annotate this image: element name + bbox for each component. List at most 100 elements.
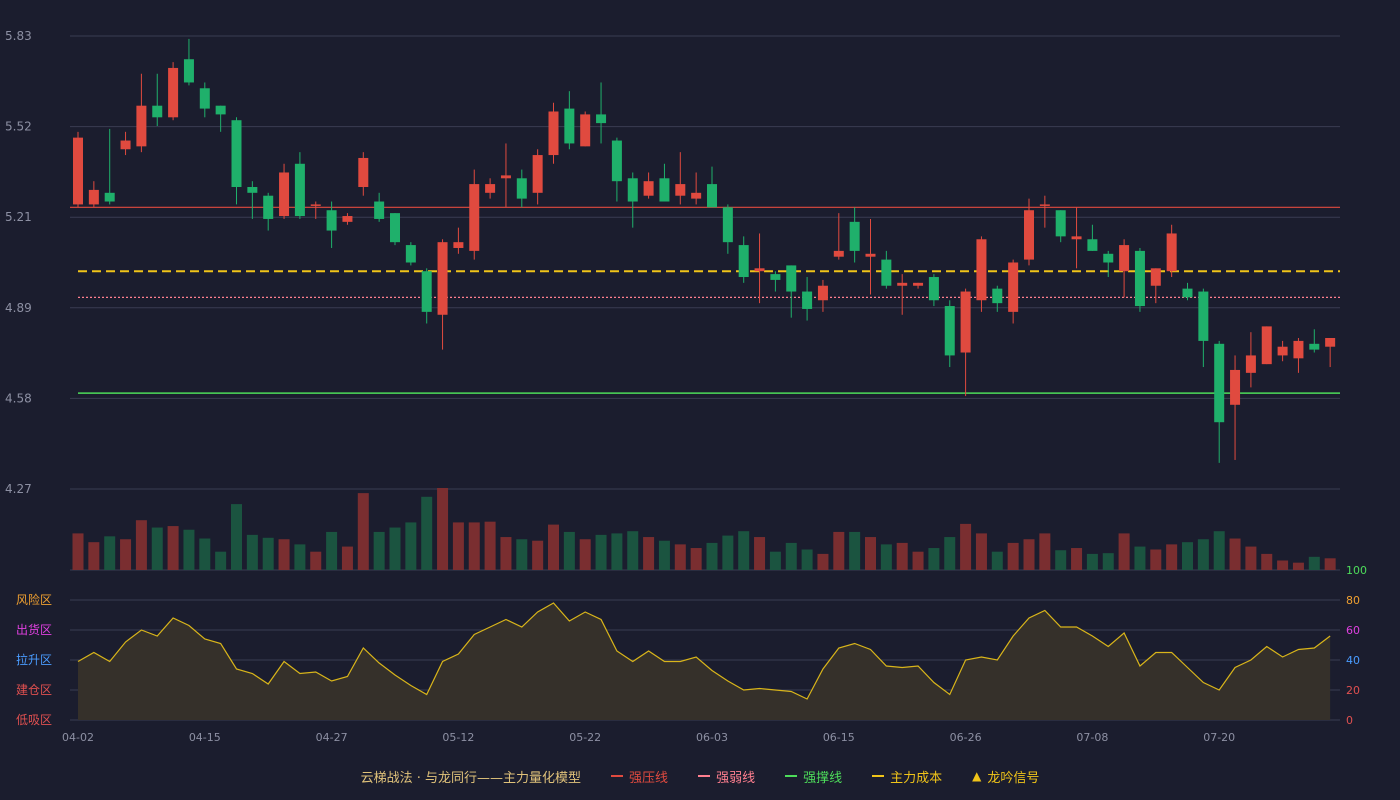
volume-bar — [1277, 560, 1289, 570]
volume-bar — [294, 544, 306, 570]
candle-body — [992, 288, 1003, 304]
osc-tick-label: 60 — [1346, 624, 1360, 637]
candle — [136, 73, 147, 153]
candle-body — [405, 245, 416, 263]
candlestick-chart: 5.83 5.52 5.21 4.89 4.58 4.27 100 80 60 40 20 0 风险区出… — [5, 29, 1367, 744]
volume-bar — [389, 527, 401, 570]
volume-bar — [785, 542, 797, 570]
candle — [500, 143, 511, 208]
volume-bar — [1150, 549, 1162, 570]
volume-bar — [1213, 531, 1225, 570]
candle — [390, 213, 400, 246]
volume-bar — [1324, 558, 1336, 570]
candle — [1119, 239, 1130, 298]
legend-signal[interactable]: ▲ 龙吟信号 — [972, 767, 1039, 786]
x-tick-label: 04-02 — [62, 731, 94, 744]
legend-title-text: 云梯战法 · 与龙同行——主力量化模型 — [360, 770, 582, 786]
volume-bar — [706, 542, 718, 570]
candle — [532, 149, 543, 205]
x-tick-label: 04-27 — [316, 731, 348, 744]
osc-tick-label: 80 — [1346, 594, 1360, 607]
volume-bar — [1086, 553, 1098, 570]
candle-body — [1230, 369, 1241, 405]
candle — [1039, 195, 1050, 228]
legend-resistance[interactable]: 强压线 — [611, 767, 668, 786]
osc-tick-label: 20 — [1346, 684, 1360, 697]
candle-body — [104, 192, 115, 202]
legend-weak[interactable]: 强弱线 — [698, 767, 755, 786]
legend-cost[interactable]: 主力成本 — [872, 767, 942, 786]
candle — [564, 91, 575, 150]
candle — [722, 204, 733, 254]
candle — [104, 128, 115, 205]
price-tick-label: 4.58 — [5, 391, 32, 405]
volume-bar — [1039, 533, 1051, 570]
candle-body — [136, 105, 147, 147]
candle-body — [1325, 338, 1336, 347]
candle — [405, 242, 416, 266]
candle — [881, 250, 892, 289]
candle — [754, 233, 765, 304]
candle-body — [500, 175, 511, 179]
candle-body — [120, 140, 131, 150]
candle-body — [643, 181, 654, 196]
chart-legend: 云梯战法 · 与龙同行——主力量化模型 强压线 强弱线 强撑线 主力成本 ▲ 龙… — [0, 764, 1400, 788]
candle-body — [786, 265, 797, 292]
volume-bar — [849, 531, 861, 570]
candle — [358, 152, 369, 196]
candle-body — [596, 114, 607, 124]
candle — [1277, 340, 1288, 362]
candle — [707, 166, 717, 208]
triangle-up-icon: ▲ — [972, 769, 982, 783]
volume-bar — [548, 524, 559, 570]
candle — [1261, 326, 1272, 365]
x-tick-label: 06-03 — [696, 731, 728, 744]
legend-support[interactable]: 强撑线 — [785, 767, 842, 786]
volume-bar — [595, 534, 607, 570]
price-tick-label: 4.27 — [5, 482, 32, 496]
candle — [73, 131, 83, 208]
candle — [469, 169, 480, 260]
candle-body — [976, 239, 987, 301]
legend-signal-label: 龙吟信号 — [987, 770, 1040, 786]
volume-bar — [1007, 542, 1019, 570]
candle — [580, 111, 591, 147]
candle-body — [897, 282, 908, 286]
volume-bar — [865, 537, 876, 570]
candle — [849, 207, 860, 263]
zone-label: 出货区 — [16, 622, 52, 637]
volume-bar — [738, 531, 750, 570]
volume-bar — [960, 523, 972, 570]
candle — [437, 239, 448, 350]
candle-body — [1103, 253, 1114, 263]
oscillator-area — [78, 603, 1331, 720]
candle — [263, 192, 274, 231]
candle-body — [659, 178, 670, 202]
legend-title: 云梯战法 · 与龙同行——主力量化模型 — [361, 767, 581, 786]
candle-body — [675, 184, 686, 196]
candle-body — [1214, 343, 1225, 423]
candle-body — [310, 204, 321, 206]
candle — [1198, 288, 1209, 368]
volume-bar — [801, 549, 813, 570]
volume-bar — [532, 540, 544, 570]
candle — [1134, 247, 1145, 312]
legend-support-label: 强撑线 — [803, 770, 843, 786]
volume-bar — [754, 537, 766, 570]
candle — [960, 288, 971, 397]
candle-body — [881, 259, 892, 286]
volume-bar — [627, 531, 639, 570]
volume-bar — [104, 536, 116, 570]
volume-bar — [231, 504, 242, 570]
candle-body — [1277, 346, 1288, 356]
resistance-line-icon — [611, 775, 624, 777]
volume-bar — [833, 531, 845, 570]
candle — [1055, 210, 1066, 243]
candle-body — [1166, 233, 1177, 272]
candle — [374, 192, 385, 222]
oscillator — [77, 602, 1331, 720]
volume-bar — [674, 544, 686, 570]
volume-bar — [135, 520, 147, 570]
candle-body — [913, 282, 924, 286]
osc-tick-label: 0 — [1346, 714, 1353, 727]
